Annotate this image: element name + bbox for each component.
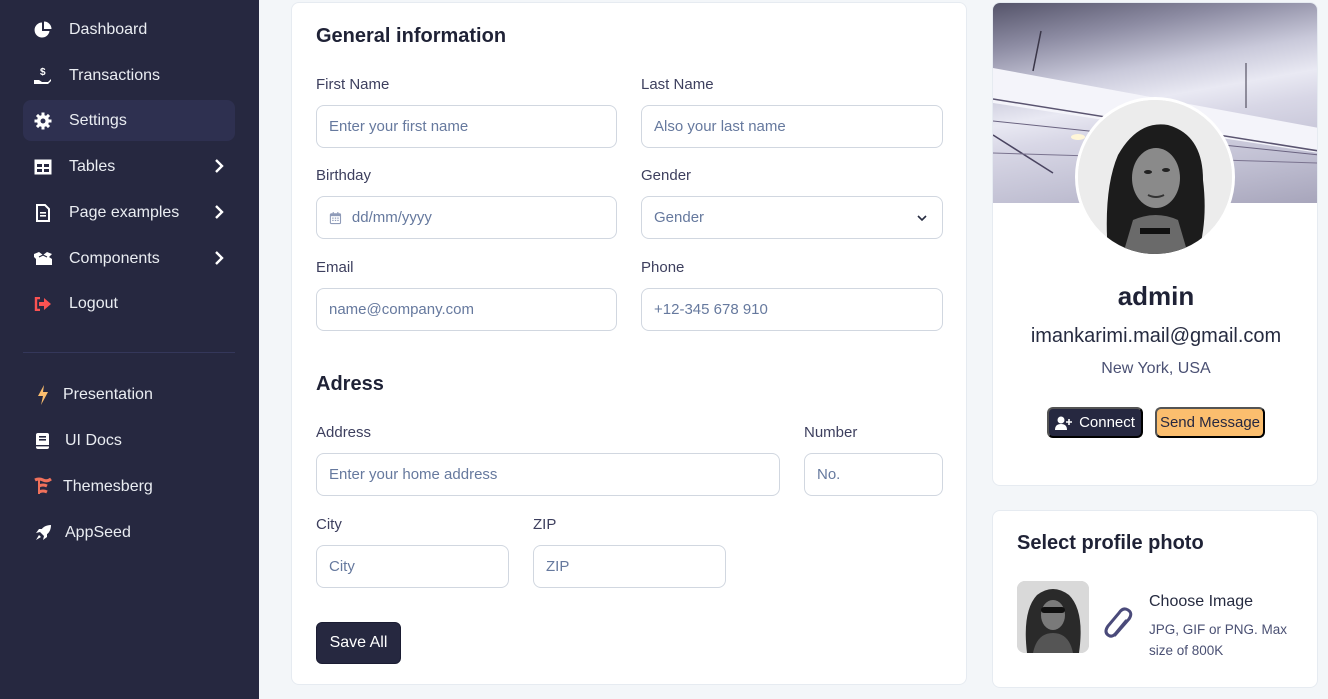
logout-icon (33, 294, 53, 314)
sidebar-item-label: Tables (69, 157, 116, 175)
sidebar-item-logout[interactable]: Logout (23, 283, 235, 324)
select-profile-photo-card: Select profile photo Choose Image JPG, G… (992, 510, 1318, 688)
sidebar-item-transactions[interactable]: $ Transactions (23, 55, 235, 96)
sidebar-item-presentation[interactable]: Presentation (23, 374, 235, 415)
calendar-icon (329, 211, 342, 224)
choose-image-link[interactable]: Choose Image (1149, 593, 1253, 611)
sidebar-item-label: Themesberg (63, 477, 153, 495)
sidebar-item-label: Logout (69, 294, 118, 312)
pie-chart-icon (33, 20, 53, 40)
gear-icon (33, 111, 53, 131)
chevron-right-icon (215, 205, 224, 219)
send-message-button[interactable]: Send Message (1155, 407, 1265, 438)
last-name-label: Last Name (641, 76, 714, 93)
sidebar-item-settings[interactable]: Settings (23, 100, 235, 141)
birthday-field[interactable] (316, 196, 617, 239)
last-name-field[interactable] (641, 105, 943, 148)
zip-label: ZIP (533, 516, 557, 533)
gender-selected-value: Gender (654, 209, 705, 226)
sidebar-item-components[interactable]: Components (23, 238, 235, 279)
sidebar-item-label: Components (69, 249, 160, 267)
select-profile-photo-title: Select profile photo (1017, 532, 1204, 554)
sidebar-item-themesberg[interactable]: Themesberg (23, 466, 235, 507)
chevron-right-icon (215, 159, 224, 173)
sidebar-item-label: Presentation (63, 385, 153, 403)
sidebar-item-label: Transactions (69, 66, 160, 84)
number-field[interactable] (804, 453, 943, 496)
profile-email: imankarimi.mail@gmail.com (1030, 325, 1282, 347)
lightning-icon (33, 384, 53, 405)
rocket-icon (33, 523, 53, 543)
profile-photo-thumbnail (1017, 581, 1089, 653)
general-information-card: General information First Name Last Name… (291, 2, 967, 685)
save-all-button[interactable]: Save All (316, 622, 401, 664)
sidebar-item-label: Dashboard (69, 20, 148, 38)
city-field[interactable] (316, 545, 509, 588)
gender-label: Gender (641, 167, 692, 184)
sidebar-item-dashboard[interactable]: Dashboard (23, 9, 235, 50)
sidebar-item-page-examples[interactable]: Page examples (23, 192, 235, 233)
profile-avatar (1075, 97, 1235, 257)
address-label: Address (316, 424, 372, 441)
sidebar-item-tables[interactable]: Tables (23, 146, 235, 187)
sidebar-divider (23, 352, 235, 353)
book-icon (33, 431, 53, 451)
zip-input[interactable] (546, 558, 725, 575)
address-field[interactable] (316, 453, 780, 496)
last-name-input[interactable] (654, 118, 942, 135)
profile-name: admin (1117, 281, 1195, 311)
city-label: City (316, 516, 342, 533)
number-input[interactable] (817, 466, 942, 483)
birthday-input[interactable] (351, 209, 616, 226)
email-field[interactable] (316, 288, 617, 331)
profile-location: New York, USA (1101, 360, 1211, 377)
sidebar: Dashboard $ Transactions Settings Tables… (0, 0, 259, 699)
first-name-field[interactable] (316, 105, 617, 148)
sidebar-item-label: Page examples (69, 203, 180, 221)
paperclip-icon[interactable] (1103, 607, 1137, 641)
document-icon (33, 203, 53, 223)
first-name-input[interactable] (329, 118, 616, 135)
sidebar-item-label: Settings (69, 111, 127, 129)
email-label: Email (316, 259, 354, 276)
sidebar-item-appseed[interactable]: AppSeed (23, 512, 235, 553)
themesberg-logo-icon (33, 477, 53, 497)
birthday-label: Birthday (316, 167, 372, 184)
chevron-down-icon (917, 215, 927, 222)
connect-button[interactable]: Connect (1047, 407, 1143, 438)
svg-text:$: $ (40, 67, 46, 78)
hand-dollar-icon: $ (33, 66, 53, 86)
sidebar-item-label: UI Docs (65, 431, 122, 449)
phone-input[interactable] (654, 301, 942, 318)
address-input[interactable] (329, 466, 779, 483)
sidebar-item-ui-docs[interactable]: UI Docs (23, 420, 235, 461)
file-requirements-hint: JPG, GIF or PNG. Max size of 800K (1149, 622, 1288, 658)
table-icon (33, 157, 53, 177)
number-label: Number (804, 424, 858, 441)
sidebar-item-label: AppSeed (65, 523, 131, 541)
chevron-right-icon (215, 251, 224, 265)
phone-label: Phone (641, 259, 685, 276)
profile-card: admin imankarimi.mail@gmail.com New York… (992, 2, 1318, 486)
city-input[interactable] (329, 558, 508, 575)
phone-field[interactable] (641, 288, 943, 331)
gender-select[interactable]: Gender (641, 196, 943, 239)
first-name-label: First Name (316, 76, 390, 93)
general-information-title: General information (316, 25, 507, 47)
box-icon (33, 249, 53, 269)
email-input[interactable] (329, 301, 616, 318)
user-plus-icon (1055, 416, 1073, 430)
address-title: Adress (316, 373, 384, 395)
connect-label: Connect (1079, 414, 1135, 431)
zip-field[interactable] (533, 545, 726, 588)
